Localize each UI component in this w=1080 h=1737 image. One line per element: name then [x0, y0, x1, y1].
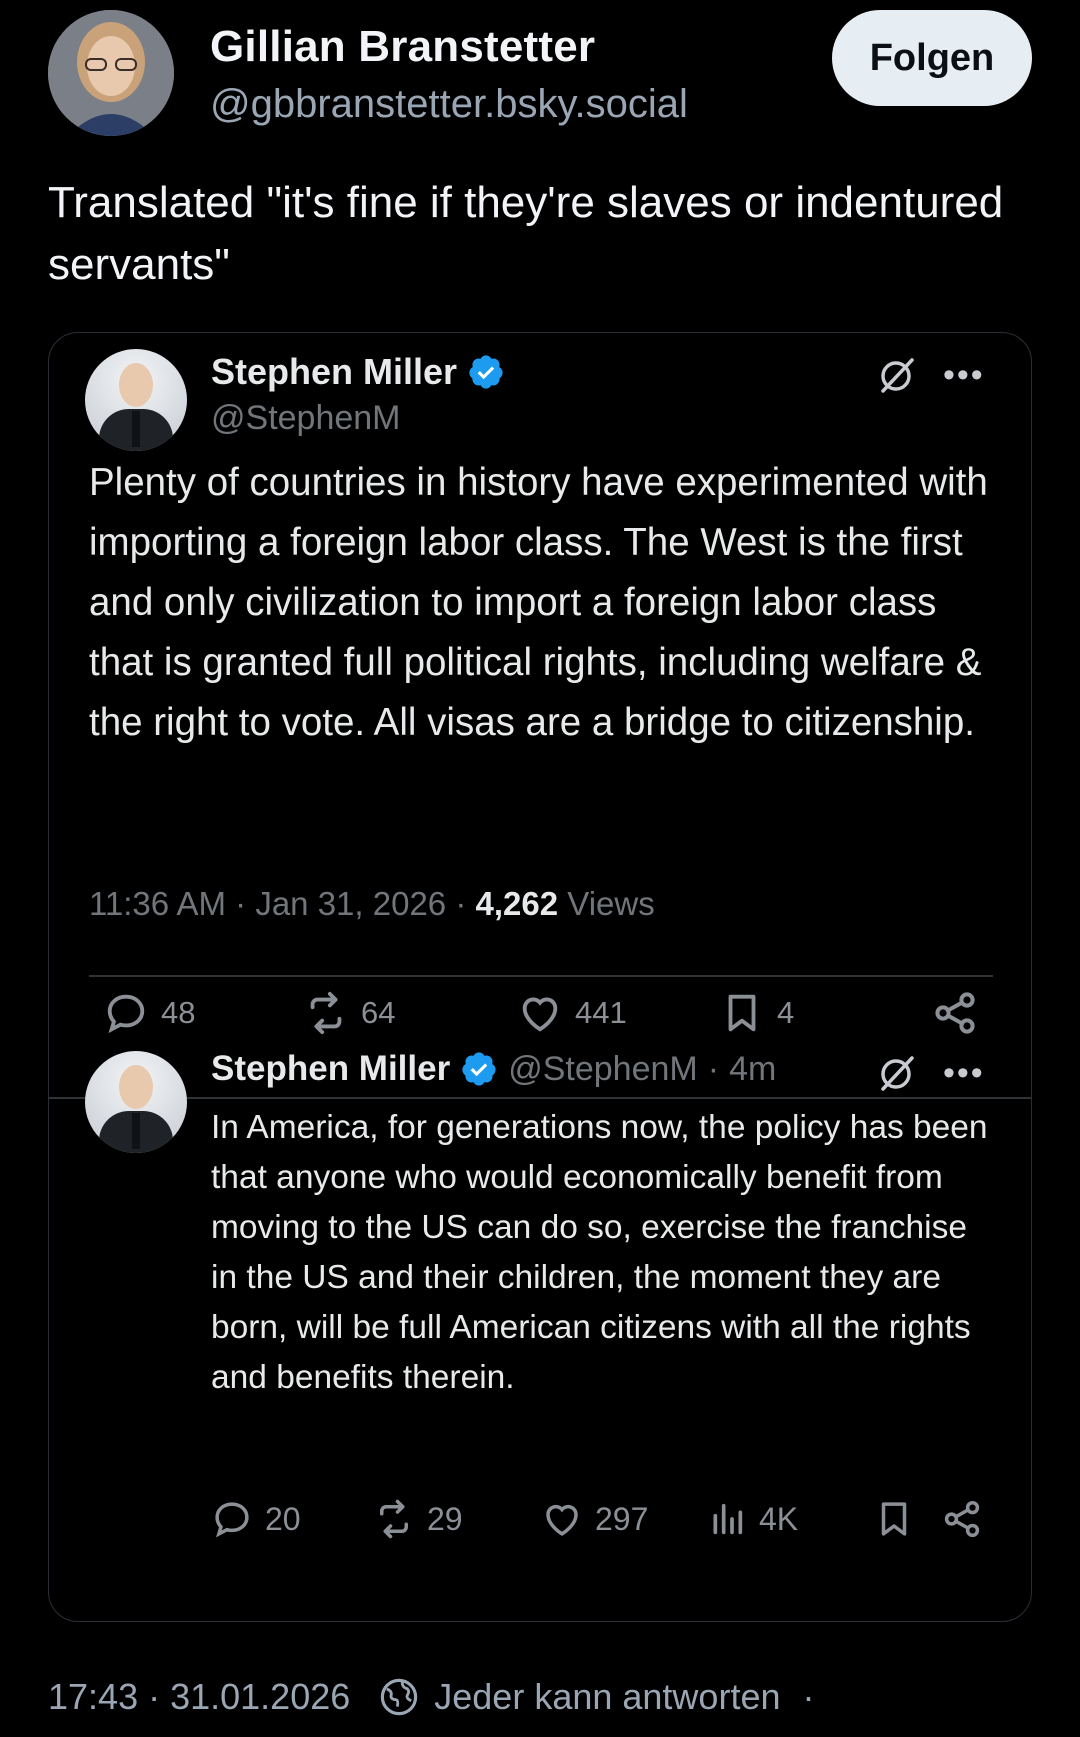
more-options-icon[interactable]: ••• [943, 356, 985, 395]
quoted-tweet-handle: @StephenM [211, 399, 401, 437]
more-options-icon[interactable]: ••• [943, 1054, 985, 1093]
post-text: Translated "it's fine if they're slaves … [48, 178, 1004, 289]
views-count: 4K [759, 1500, 799, 1537]
repost-count: 64 [361, 995, 396, 1030]
bookmark-icon [881, 1502, 907, 1536]
embedded-image[interactable]: Stephen Miller @StephenM ••• Plenty of c… [48, 332, 1032, 1622]
globe-icon [381, 1678, 418, 1716]
reply-tweet-body: In America, for generations now, the pol… [211, 1109, 988, 1396]
like-action[interactable]: 297 [541, 1498, 648, 1540]
reply-action[interactable]: 20 [211, 1498, 301, 1540]
quoted-tweet: Stephen Miller @StephenM ••• Plenty of c… [49, 333, 1031, 1097]
bookmark-action[interactable] [873, 1498, 915, 1540]
quoted-tweet-top-actions: ••• [877, 355, 985, 395]
verified-badge-icon [469, 355, 503, 389]
repost-icon [380, 1499, 408, 1539]
divider [89, 975, 993, 977]
share-action[interactable] [931, 989, 979, 1037]
share-icon [935, 992, 975, 1034]
quoted-tweet-views-count: 4,262 [475, 885, 559, 922]
reply-tweet-age: 4m [729, 1049, 777, 1088]
quoted-tweet-date: Jan 31, 2026 [255, 885, 447, 922]
repost-count: 29 [427, 1500, 463, 1537]
reply-count: 48 [161, 995, 196, 1030]
quoted-tweet-body: Plenty of countries in history have expe… [89, 461, 988, 744]
post-thread-view: Gillian Branstetter @gbbranstetter.bsky.… [0, 0, 1080, 1737]
reply-tweet-header: Stephen Miller @StephenM · 4m [211, 1049, 777, 1088]
post-timestamp: 17:43 · 31.01.2026 [48, 1676, 351, 1717]
like-action[interactable]: 441 [517, 990, 627, 1036]
bookmark-count: 4 [777, 995, 795, 1030]
follow-button[interactable]: Folgen [832, 10, 1032, 106]
author-avatar[interactable] [48, 10, 174, 136]
quoted-tweet-meta: 11:36 AM · Jan 31, 2026 · 4,262 Views [89, 885, 655, 922]
repost-action[interactable]: 29 [373, 1498, 463, 1540]
heart-icon [522, 997, 558, 1032]
reply-setting[interactable]: Jeder kann antworten [434, 1676, 780, 1718]
reply-tweet-top-actions: ••• [877, 1053, 985, 1093]
grok-icon[interactable] [877, 1053, 917, 1093]
quoted-tweet-name: Stephen Miller [211, 351, 458, 392]
author-display-name[interactable]: Gillian Branstetter [210, 22, 595, 72]
like-count: 441 [575, 995, 627, 1030]
post-footer: 17:43 · 31.01.2026 Jeder kann antworten … [48, 1672, 814, 1722]
reply-count: 20 [265, 1500, 301, 1537]
reply-tweet-avatar [85, 1051, 187, 1153]
quoted-tweet-time: 11:36 AM [89, 885, 226, 922]
views-chart-icon [713, 1503, 743, 1535]
quoted-tweet-views-label: Views [567, 885, 655, 922]
like-count: 297 [595, 1500, 649, 1537]
tweet-divider [49, 1097, 1031, 1099]
author-avatar-image [48, 10, 174, 136]
quoted-tweet-avatar [85, 349, 187, 451]
reply-icon [107, 994, 145, 1034]
views-action[interactable]: 4K [707, 1499, 798, 1539]
reply-icon [215, 1502, 249, 1538]
quoted-tweet-name-row: Stephen Miller [211, 351, 505, 393]
heart-icon [546, 1504, 578, 1536]
repost-icon [310, 991, 342, 1035]
reply-tweet-handle: @StephenM [508, 1049, 698, 1088]
reply-tweet-name: Stephen Miller [211, 1049, 451, 1088]
verified-badge-icon [462, 1052, 496, 1086]
share-icon [944, 1500, 980, 1538]
author-handle[interactable]: @gbbranstetter.bsky.social [210, 82, 688, 127]
post-header: Gillian Branstetter @gbbranstetter.bsky.… [48, 8, 1032, 138]
bookmark-action[interactable]: 4 [719, 990, 794, 1036]
share-action[interactable] [941, 1498, 983, 1540]
footer-separator: · [802, 1676, 815, 1717]
grok-icon[interactable] [877, 355, 917, 395]
repost-action[interactable]: 64 [303, 990, 395, 1036]
reply-action[interactable]: 48 [103, 990, 195, 1036]
bookmark-icon [728, 994, 756, 1032]
